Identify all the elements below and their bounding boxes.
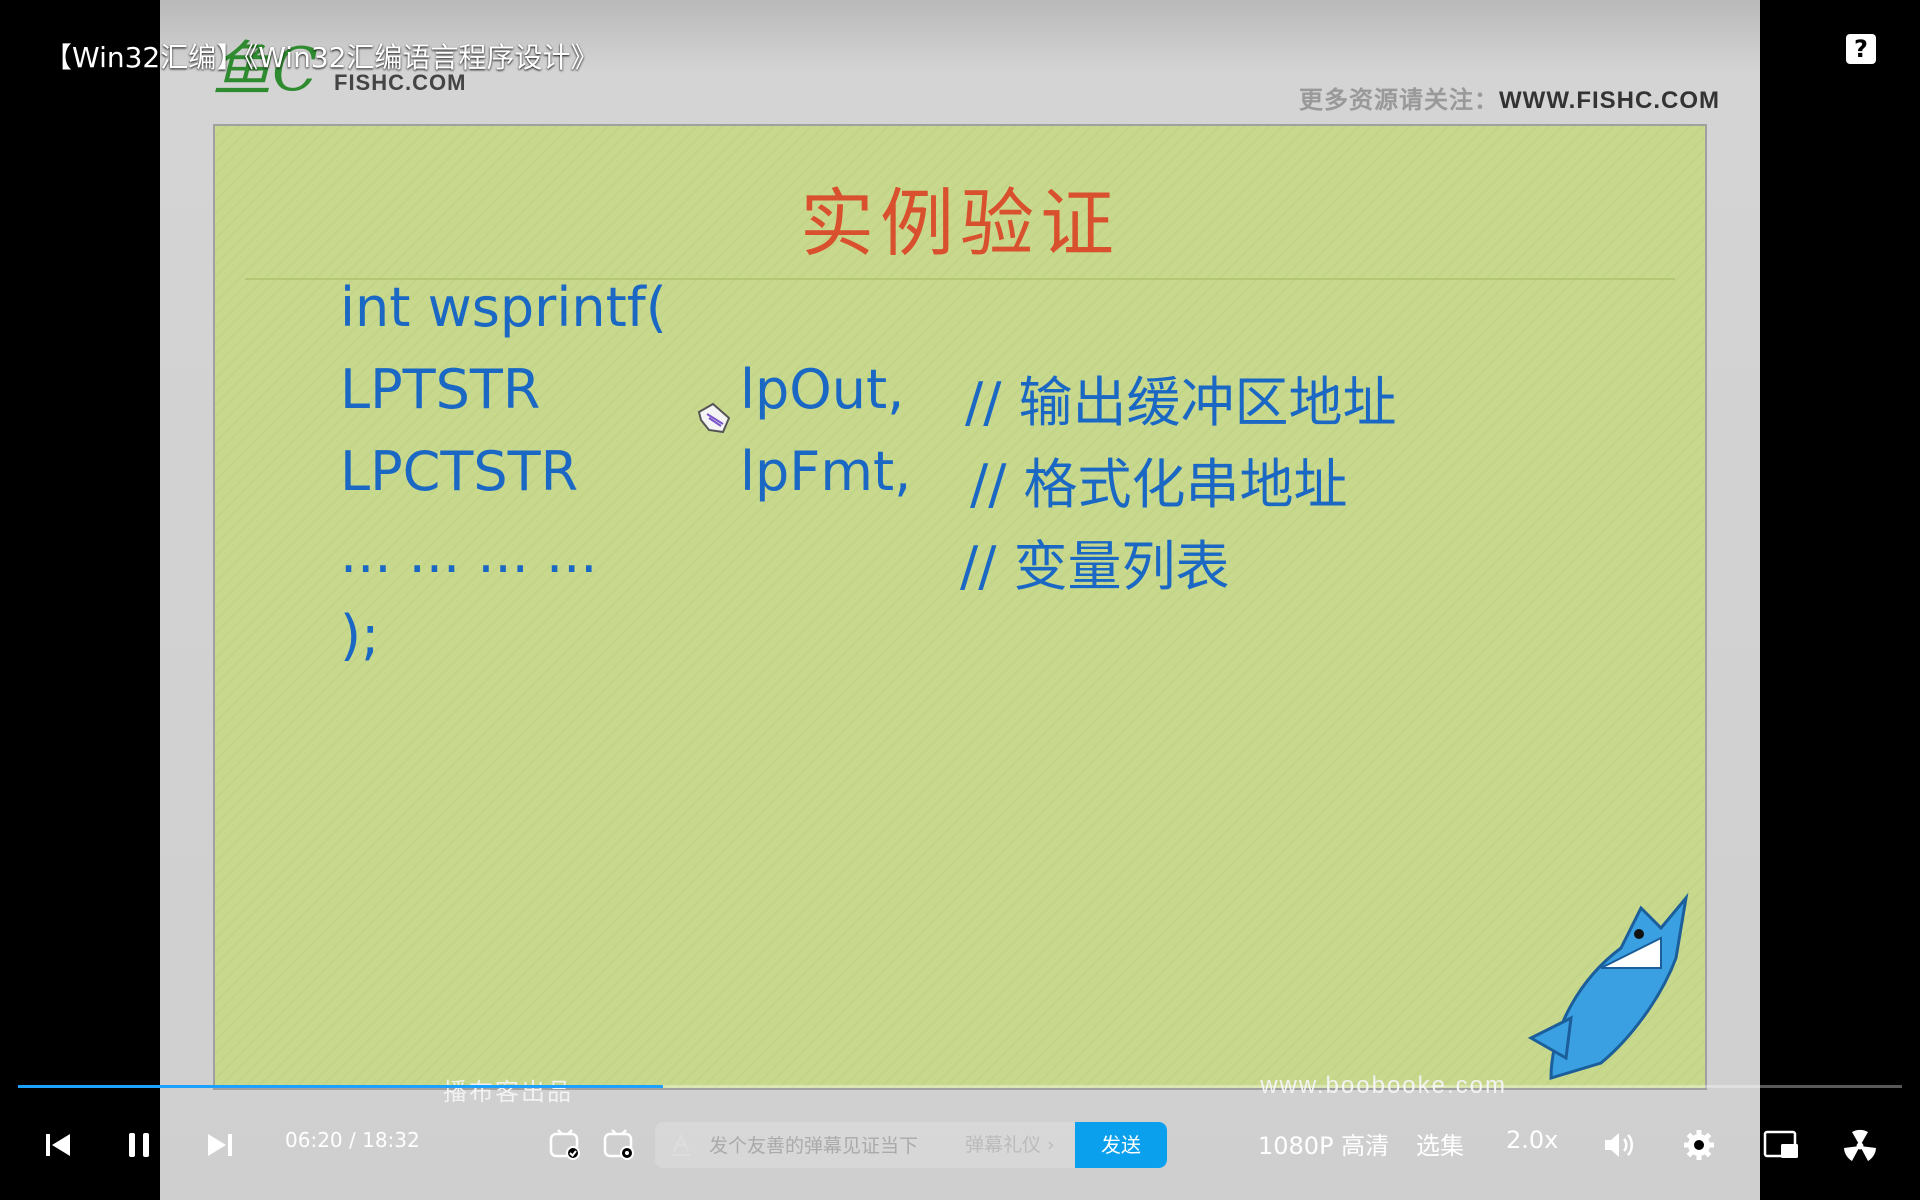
video-frame[interactable]: 鱼C FISHC.COM 更多资源请关注：WWW.FISHC.COM 实例验证 … xyxy=(160,0,1760,1200)
danmaku-input[interactable] xyxy=(707,1122,961,1168)
total-time: 18:32 xyxy=(362,1128,420,1152)
footer-left: 播布客出品 xyxy=(443,1078,573,1106)
help-icon[interactable]: ? xyxy=(1846,34,1876,64)
code-line-2-comment: // 输出缓冲区地址 xyxy=(965,371,1397,434)
slide-board: 实例验证 int wsprintf( LPTSTR lpOut, // 输出缓冲… xyxy=(213,124,1707,1090)
code-line-5: ); xyxy=(340,604,380,667)
next-icon[interactable] xyxy=(206,1130,234,1160)
danmaku-etiquette-link[interactable]: 弹幕礼仪 › xyxy=(965,1122,1055,1168)
header-site-url: WWW.FISHC.COM xyxy=(1499,87,1720,114)
volume-icon[interactable] xyxy=(1602,1128,1636,1162)
shark-mascot-icon xyxy=(1527,892,1689,1081)
settings-icon[interactable] xyxy=(1682,1128,1716,1162)
speed-button[interactable]: 2.0x xyxy=(1506,1126,1558,1154)
time-display: 06:20 / 18:32 xyxy=(285,1128,420,1152)
code-line-2-param: lpOut, xyxy=(740,358,905,421)
header-site: 更多资源请关注：WWW.FISHC.COM xyxy=(1299,80,1720,115)
player-controls: 06:20 / 18:32 弹幕礼仪 › 发送 1080P 高清 选集 2.0x xyxy=(0,1110,1920,1180)
hand-cursor-icon xyxy=(697,402,731,434)
video-title: 【Win32汇编】《Win32汇编语言程序设计》 xyxy=(44,41,599,74)
code-line-4-comment: // 变量列表 xyxy=(960,535,1230,598)
slide-footer: 播布客出品 www.boobooke.com xyxy=(213,1068,1707,1108)
quality-button[interactable]: 1080P 高清 xyxy=(1258,1126,1389,1161)
progress-bar[interactable] xyxy=(18,1085,1902,1088)
current-time: 06:20 xyxy=(285,1128,343,1152)
code-line-3-type: LPCTSTR xyxy=(340,440,579,503)
prev-icon[interactable] xyxy=(44,1130,72,1160)
fullscreen-icon[interactable] xyxy=(1842,1128,1878,1164)
pause-icon[interactable] xyxy=(126,1130,152,1160)
pip-icon[interactable] xyxy=(1762,1128,1800,1162)
code-line-3-param: lpFmt, xyxy=(740,440,912,503)
code-line-2-type: LPTSTR xyxy=(340,358,541,421)
code-line-4: ... ... ... ... xyxy=(340,522,598,585)
progress-fill xyxy=(18,1085,663,1088)
code-line-1: int wsprintf( xyxy=(340,276,667,339)
header-prefix: 更多资源请关注： xyxy=(1299,87,1500,114)
slide-title: 实例验证 xyxy=(800,181,1120,267)
code-block: int wsprintf( LPTSTR lpOut, // 输出缓冲区地址 L… xyxy=(215,126,1397,882)
danmaku-toggle-icon[interactable] xyxy=(548,1128,582,1162)
time-separator: / xyxy=(349,1128,356,1152)
danmaku-settings-icon[interactable] xyxy=(602,1128,636,1162)
text-style-icon[interactable] xyxy=(669,1133,693,1157)
episodes-button[interactable]: 选集 xyxy=(1416,1126,1464,1161)
code-line-3-comment: // 格式化串地址 xyxy=(970,453,1348,516)
send-button[interactable]: 发送 xyxy=(1075,1122,1167,1168)
danmaku-bar: 弹幕礼仪 › 发送 xyxy=(655,1122,1167,1168)
